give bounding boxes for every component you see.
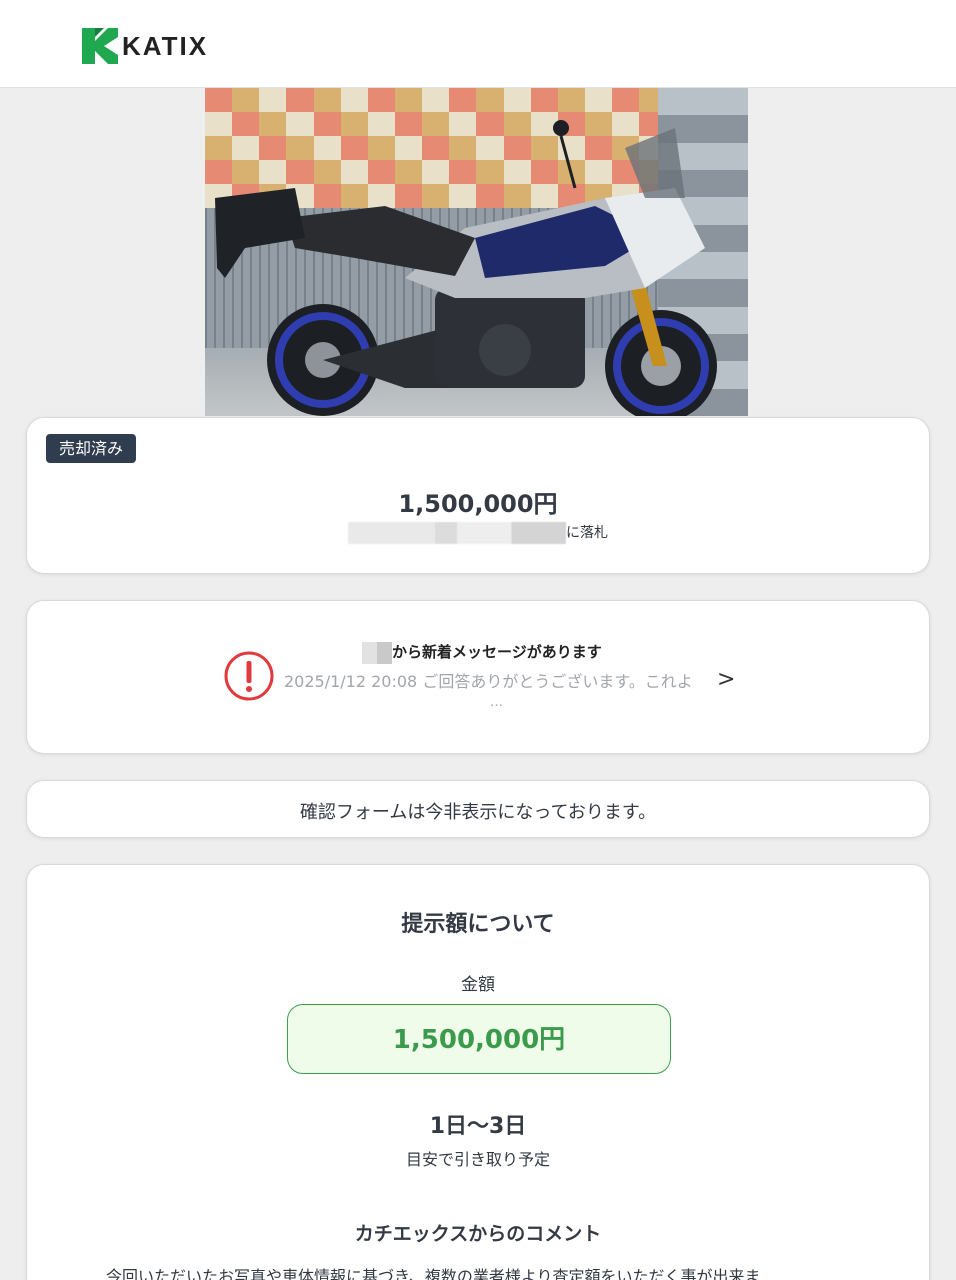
winner-line: に落札 xyxy=(27,522,929,544)
katix-logo-icon xyxy=(82,28,118,64)
product-photo xyxy=(205,88,748,416)
katix-logo[interactable]: KATIX xyxy=(82,28,208,64)
winner-suffix: に落札 xyxy=(566,525,608,541)
new-message-card[interactable]: から新着メッセージがあります 2025/1/12 20:08 ご回答ありがとうご… xyxy=(26,600,930,754)
redacted-sender-name xyxy=(362,641,392,664)
comment-text: 今回いただいたお写真や車体情報に基づき、複数の業者様より査定額をいただく事が出来… xyxy=(106,1267,761,1280)
pickup-period-label: 目安で引き取り予定 xyxy=(405,1150,550,1169)
logo-text: KATIX xyxy=(122,30,209,61)
message-preview: 2025/1/12 20:08 ご回答ありがとうございます。これよ xyxy=(284,672,693,691)
app-header: KATIX xyxy=(0,0,956,88)
offer-title: 提示額について xyxy=(401,912,555,937)
comment-title: カチエックスからのコメント xyxy=(354,1223,602,1245)
message-title: から新着メッセージがあります xyxy=(362,641,602,664)
chevron-right-icon[interactable]: > xyxy=(717,667,735,692)
offer-amount: 1,500,000円 xyxy=(287,1004,671,1074)
pickup-period: 1日〜3日 xyxy=(429,1114,527,1139)
sale-status-card: 売却済み 1,500,000円 に落札 xyxy=(26,417,930,574)
form-notice-text: 確認フォームは今非表示になっております。 xyxy=(299,802,657,823)
motorcycle-image xyxy=(215,120,717,416)
sold-badge: 売却済み xyxy=(46,434,137,463)
message-title-text: から新着メッセージがあります xyxy=(392,643,602,661)
redacted-winner-name xyxy=(348,522,566,544)
form-notice-card: 確認フォームは今非表示になっております。 xyxy=(26,780,930,838)
offer-card: 提示額について 金額 1,500,000円 1日〜3日 目安で引き取り予定 カチ… xyxy=(26,864,930,1280)
amount-label: 金額 xyxy=(461,975,495,995)
message-ellipsis: … xyxy=(490,695,503,710)
winning-price: 1,500,000円 xyxy=(398,490,558,518)
